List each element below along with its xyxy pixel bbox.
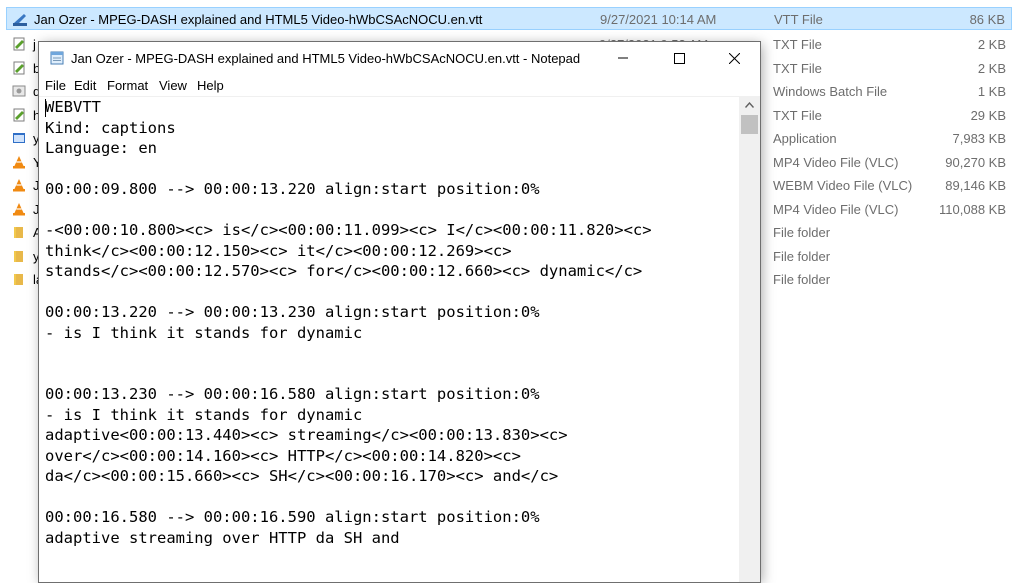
text-caret xyxy=(45,99,46,117)
scrollbar-thumb[interactable] xyxy=(741,115,758,134)
file-type: TXT File xyxy=(773,37,822,52)
folder-icon xyxy=(12,272,26,286)
batch-file-icon xyxy=(12,84,26,98)
vertical-scrollbar[interactable] xyxy=(739,96,760,582)
folder-icon xyxy=(12,225,26,239)
file-size: 1 KB xyxy=(977,84,1006,99)
maximize-button[interactable] xyxy=(656,42,702,74)
file-name[interactable]: Jan Ozer - MPEG-DASH explained and HTML5… xyxy=(34,12,482,27)
close-icon xyxy=(728,52,740,64)
application-icon xyxy=(12,131,26,145)
file-size: 2 KB xyxy=(977,37,1006,52)
file-type: VTT File xyxy=(774,12,823,27)
file-type: File folder xyxy=(773,249,831,264)
file-row[interactable]: Jan Ozer - MPEG-DASH explained and HTML5… xyxy=(6,7,1012,30)
vlc-icon xyxy=(12,178,26,192)
notepad-icon xyxy=(50,51,64,65)
file-type: MP4 Video File (VLC) xyxy=(773,202,899,217)
file-type: WEBM Video File (VLC) xyxy=(773,178,913,193)
vlc-icon xyxy=(12,202,26,216)
notepad-window[interactable]: Jan Ozer - MPEG-DASH explained and HTML5… xyxy=(39,42,760,582)
notepad-title-bar[interactable]: Jan Ozer - MPEG-DASH explained and HTML5… xyxy=(39,42,760,74)
file-size: 90,270 KB xyxy=(945,155,1006,170)
file-name[interactable]: j xyxy=(33,37,36,52)
file-size: 29 KB xyxy=(970,108,1006,123)
window-title: Jan Ozer - MPEG-DASH explained and HTML5… xyxy=(71,51,581,66)
file-type: File folder xyxy=(773,272,831,287)
file-date: 9/27/2021 10:14 AM xyxy=(600,12,717,27)
vlc-icon xyxy=(12,155,26,169)
file-size: 2 KB xyxy=(977,61,1006,76)
file-size: 7,983 KB xyxy=(952,131,1007,146)
text-editor[interactable]: WEBVTT Kind: captions Language: en 00:00… xyxy=(39,96,739,583)
menu-help[interactable]: Help xyxy=(197,78,224,93)
file-type: TXT File xyxy=(773,61,822,76)
txt-file-icon xyxy=(12,37,26,51)
file-size: 110,088 KB xyxy=(939,202,1006,217)
menu-view[interactable]: View xyxy=(159,78,187,93)
file-size: 86 KB xyxy=(969,12,1005,27)
file-type: Application xyxy=(773,131,837,146)
file-type: Windows Batch File xyxy=(773,84,888,99)
menu-file[interactable]: File xyxy=(45,78,66,93)
txt-file-icon xyxy=(12,108,26,122)
menu-format[interactable]: Format xyxy=(107,78,148,93)
maximize-icon xyxy=(673,52,685,64)
file-type: TXT File xyxy=(773,108,822,123)
menu-edit[interactable]: Edit xyxy=(74,78,96,93)
editor-text[interactable]: WEBVTT Kind: captions Language: en 00:00… xyxy=(45,97,652,548)
vtt-file-icon xyxy=(13,12,27,26)
menu-bar: File Edit Format View Help xyxy=(39,74,760,96)
scroll-up-button[interactable] xyxy=(739,96,760,113)
file-type: File folder xyxy=(773,225,831,240)
chevron-up-icon xyxy=(745,101,754,108)
close-button[interactable] xyxy=(711,42,757,74)
file-size: 89,146 KB xyxy=(945,178,1006,193)
minimize-icon xyxy=(618,57,628,59)
file-type: MP4 Video File (VLC) xyxy=(773,155,899,170)
folder-icon xyxy=(12,249,26,263)
txt-file-icon xyxy=(12,61,26,75)
minimize-button[interactable] xyxy=(600,42,646,74)
